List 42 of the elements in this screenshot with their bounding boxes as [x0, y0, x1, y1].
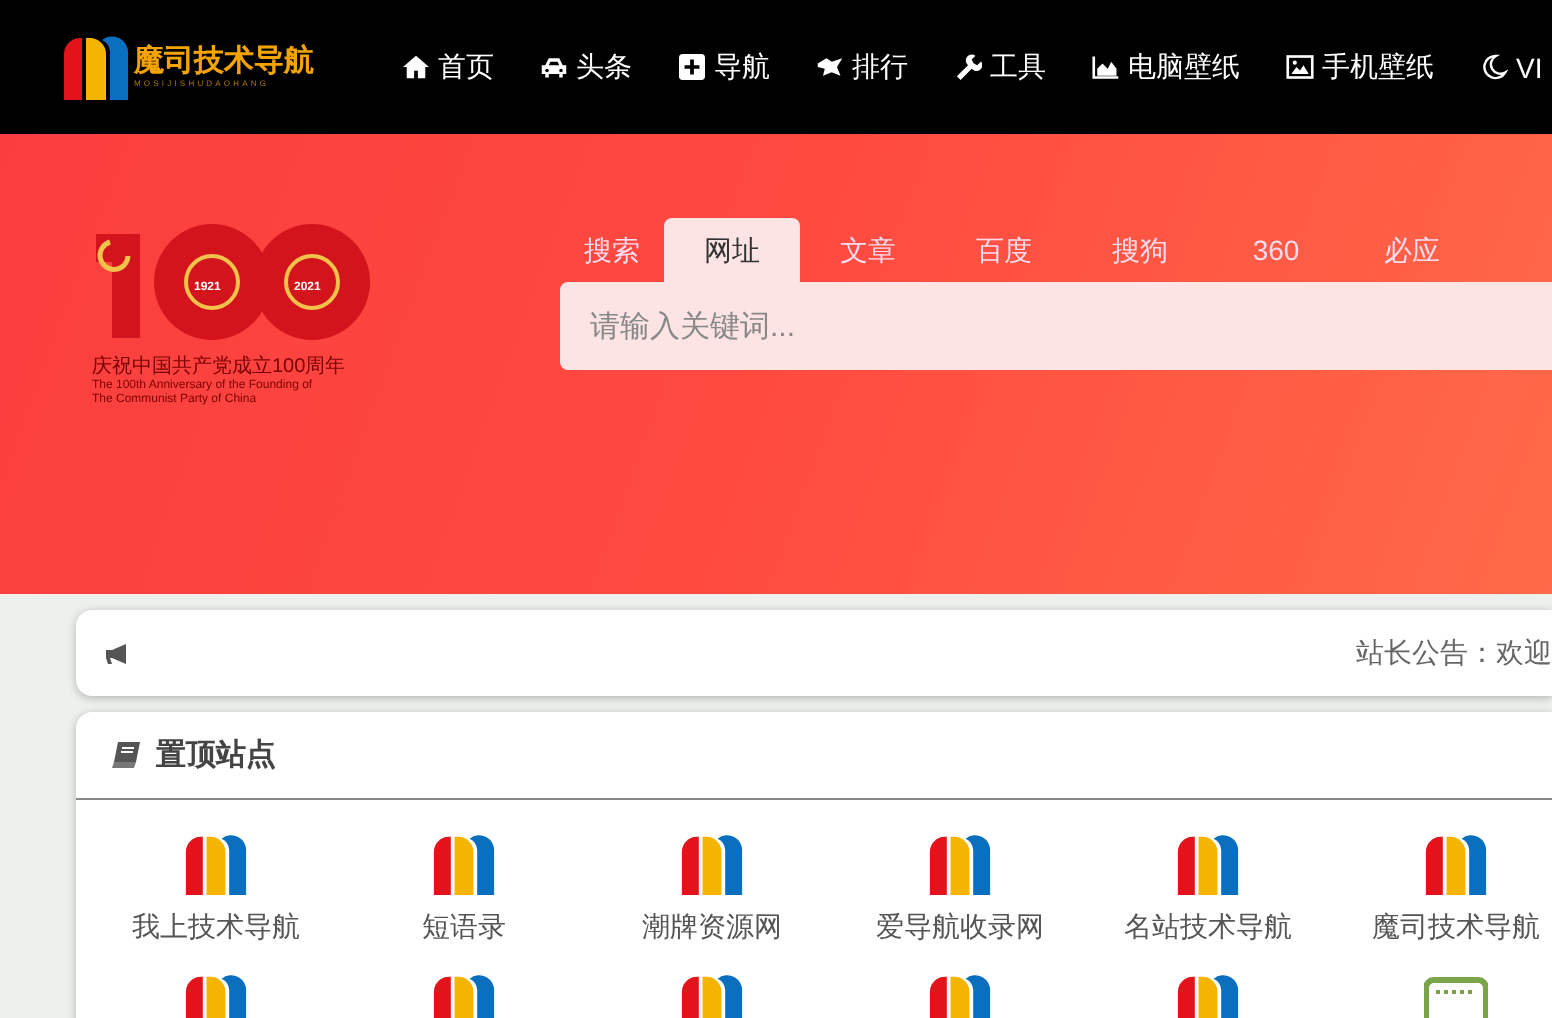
section-title: 置顶站点 — [156, 736, 276, 774]
site-logo-icon — [680, 974, 744, 1018]
area-chart-icon — [1092, 54, 1120, 80]
site-logo-icon — [184, 834, 248, 896]
home-icon — [402, 54, 430, 80]
book-icon — [112, 742, 140, 768]
site-logo-icon — [1424, 974, 1488, 1018]
site-logo-icon — [184, 974, 248, 1018]
nav-link[interactable]: 手机壁纸 — [1286, 49, 1434, 85]
site-link[interactable]: 潮牌资源网 — [588, 834, 836, 946]
site-link[interactable]: 爱导航收录网 — [836, 834, 1084, 946]
car-icon — [540, 54, 568, 80]
notice-text: 站长公告：欢迎 — [1356, 635, 1552, 671]
site-link[interactable]: 我上技术导航 — [92, 834, 340, 946]
moon-icon — [1480, 54, 1508, 80]
nav-link[interactable]: 首页 — [402, 49, 494, 85]
nav-link[interactable]: VI — [1480, 49, 1543, 85]
nav-link[interactable]: 工具 — [954, 49, 1046, 85]
site-logo-icon — [1424, 834, 1488, 896]
site-logo-icon — [432, 974, 496, 1018]
search-field[interactable]: 请输入关键词... — [560, 282, 1552, 370]
image-icon — [1286, 54, 1314, 80]
emblem-caption: 庆祝中国共产党成立100周年 — [92, 353, 346, 379]
nav-link[interactable]: 导航 — [678, 49, 770, 85]
nav-link[interactable]: 电脑壁纸 — [1092, 49, 1240, 85]
nav-link[interactable]: 排行 — [816, 49, 908, 85]
plus-icon — [678, 54, 706, 80]
site-logo-icon — [432, 834, 496, 896]
site-link[interactable]: 魔司技术导航 — [1332, 834, 1552, 946]
site-logo-icon — [1176, 834, 1240, 896]
site-logo-icon — [1176, 974, 1240, 1018]
logo-icon — [62, 35, 130, 99]
site-logo-icon — [928, 834, 992, 896]
site-logo-icon — [680, 834, 744, 896]
nav-link[interactable]: 头条 — [540, 49, 632, 85]
search-tab[interactable]: 网址 — [664, 218, 800, 282]
logo-title: 魔司技术导航 — [134, 44, 314, 78]
site-link[interactable]: 名站技术导航 — [1084, 834, 1332, 946]
site-logo-icon — [928, 974, 992, 1018]
megaphone-icon — [104, 641, 132, 665]
wrench-icon — [954, 54, 982, 80]
site-link[interactable]: 短语录 — [340, 834, 588, 946]
